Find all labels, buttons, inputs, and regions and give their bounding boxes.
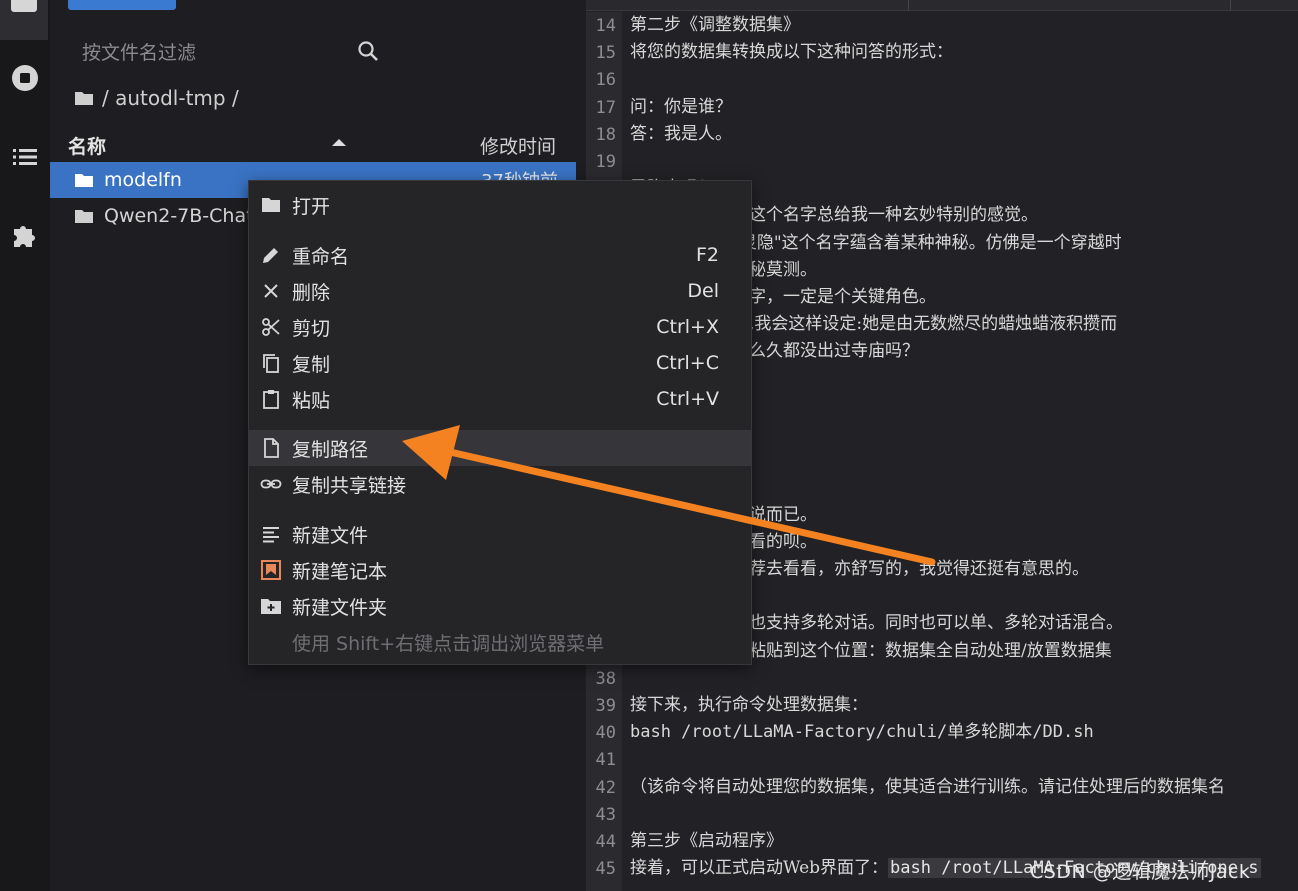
watermark: CSDN @逻辑魔法师Jack — [1030, 861, 1251, 883]
annotation-arrow — [402, 425, 936, 566]
